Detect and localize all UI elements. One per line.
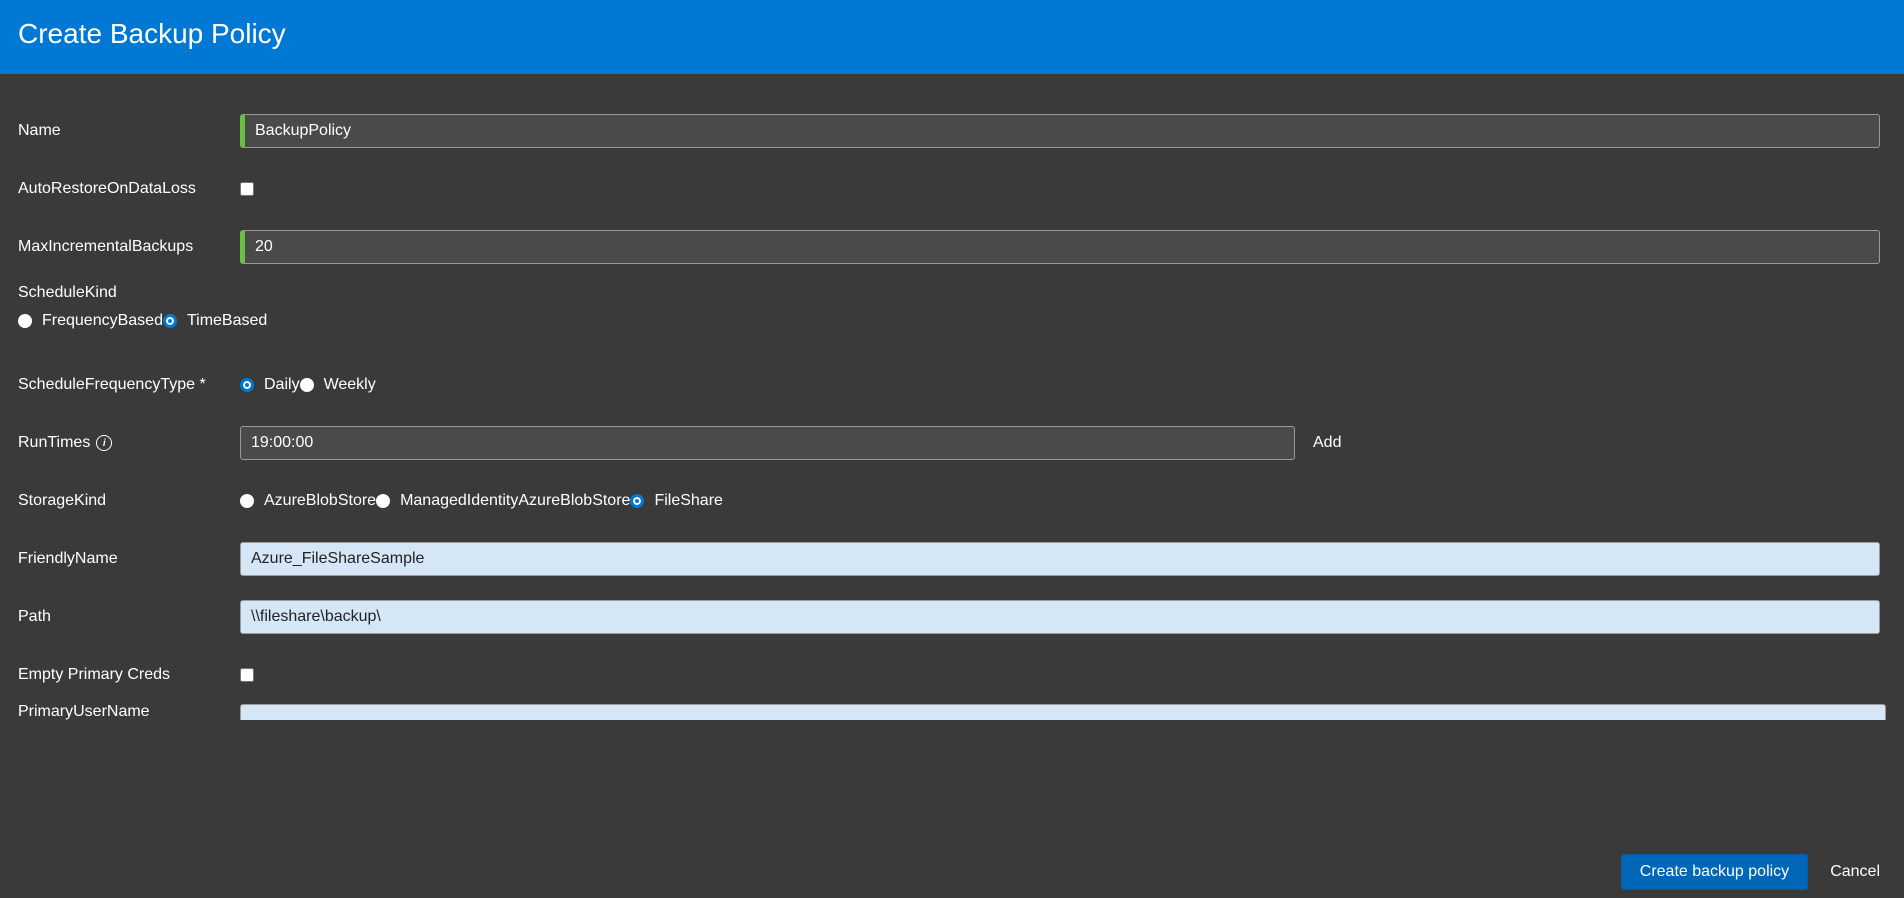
friendly-name-label: FriendlyName: [18, 530, 240, 588]
name-input[interactable]: [240, 114, 1880, 148]
managed-identity-blob-radio[interactable]: [376, 494, 390, 508]
schedule-kind-frequency-label: FrequencyBased: [42, 312, 163, 330]
file-share-label: FileShare: [654, 492, 722, 510]
auto-restore-checkbox[interactable]: [240, 182, 254, 196]
info-icon[interactable]: i: [96, 435, 112, 451]
name-label: Name: [18, 102, 240, 160]
empty-primary-creds-checkbox[interactable]: [240, 668, 254, 682]
path-input[interactable]: [240, 600, 1880, 634]
path-label: Path: [18, 588, 240, 646]
primary-username-input[interactable]: [240, 704, 1886, 720]
daily-label: Daily: [264, 376, 300, 394]
file-share-radio[interactable]: [630, 494, 644, 508]
friendly-name-input[interactable]: [240, 542, 1880, 576]
runtimes-input[interactable]: [240, 426, 1295, 460]
max-incremental-input[interactable]: [240, 230, 1880, 264]
weekly-radio[interactable]: [300, 378, 314, 392]
footer-bar: Create backup policy Cancel: [0, 846, 1904, 898]
runtimes-label: RunTimes: [18, 434, 90, 452]
storage-kind-label: StorageKind: [18, 472, 240, 530]
cancel-button[interactable]: Cancel: [1822, 855, 1888, 889]
azure-blob-store-radio[interactable]: [240, 494, 254, 508]
primary-username-label: PrimaryUserName: [18, 704, 240, 720]
schedule-kind-label: ScheduleKind: [18, 276, 1886, 312]
azure-blob-store-label: AzureBlobStore: [264, 492, 376, 510]
managed-identity-blob-label: ManagedIdentityAzureBlobStore: [400, 492, 630, 510]
page-title: Create Backup Policy: [0, 0, 1904, 74]
max-incremental-label: MaxIncrementalBackups: [18, 218, 240, 276]
schedule-kind-time-radio[interactable]: [163, 314, 177, 328]
schedule-frequency-type-label: ScheduleFrequencyType *: [18, 356, 240, 414]
weekly-label: Weekly: [324, 376, 376, 394]
empty-primary-creds-label: Empty Primary Creds: [18, 646, 240, 704]
daily-radio[interactable]: [240, 378, 254, 392]
schedule-kind-time-label: TimeBased: [187, 312, 267, 330]
runtimes-label-cell: RunTimes i: [18, 414, 240, 472]
create-backup-policy-button[interactable]: Create backup policy: [1621, 854, 1808, 890]
add-runtime-button[interactable]: Add: [1313, 434, 1341, 452]
schedule-kind-frequency-radio[interactable]: [18, 314, 32, 328]
auto-restore-label: AutoRestoreOnDataLoss: [18, 160, 240, 218]
form-content: Name AutoRestoreOnDataLoss MaxIncrementa…: [0, 74, 1904, 846]
